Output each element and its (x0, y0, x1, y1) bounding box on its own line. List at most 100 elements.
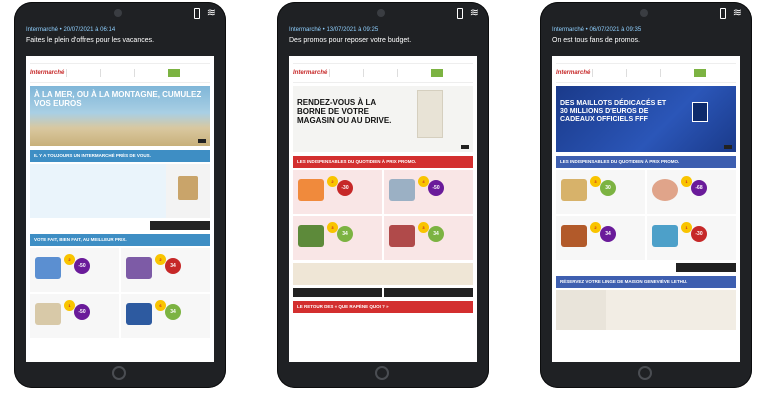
email-preview: Intermarché RENDEZ-VOUS À LA BORNE DE VO… (289, 56, 477, 362)
battery-icon (194, 8, 200, 19)
nav-item[interactable] (626, 69, 660, 77)
linen-image (556, 290, 606, 330)
promo-badge: -30 (691, 226, 707, 242)
hero-banner[interactable]: À LA MER, OU À LA MONTAGNE, CUMULEZ VOS … (30, 86, 210, 146)
preheader (552, 56, 740, 60)
products-cta[interactable] (293, 288, 382, 297)
nav-item[interactable] (660, 69, 694, 77)
home-button[interactable] (375, 366, 389, 380)
linen-text (606, 290, 736, 330)
promo-badge: 34 (165, 304, 181, 320)
drive-block[interactable] (30, 164, 210, 218)
product-tile[interactable]: 1 -68 (647, 170, 736, 214)
status-bar: ≋ (14, 7, 226, 21)
camera-icon (640, 9, 648, 17)
nav-item[interactable] (134, 69, 168, 77)
nav-item[interactable] (592, 69, 626, 77)
battery-icon (457, 8, 463, 19)
product-image (652, 179, 678, 201)
hero-banner[interactable]: RENDEZ-VOUS À LA BORNE DE VOTRE MAGASIN … (293, 86, 473, 152)
drive-cta[interactable] (150, 221, 210, 230)
hero-cta[interactable] (461, 145, 469, 149)
product-tile[interactable]: 1 -30 (647, 216, 736, 260)
product-image (126, 257, 152, 279)
email-nav: Intermarché (293, 63, 473, 83)
nav-cta-button[interactable] (168, 69, 180, 77)
product-image (35, 303, 61, 325)
push-notification[interactable]: Intermarché • 13/07/2021 à 09:25 Des pro… (289, 26, 477, 54)
product-tile[interactable]: 4 -50 (384, 170, 473, 214)
drive-image (166, 164, 210, 218)
notification-message: Des promos pour reposer votre budget. (289, 37, 412, 44)
product-image (298, 225, 324, 247)
notification-meta: Intermarché • 20/07/2021 à 06:14 (26, 27, 116, 33)
section-band: VOTE FAIT, BIEN FAIT, AU MEILLEUR PRIX. (30, 234, 210, 246)
product-tile[interactable]: 1 -50 (30, 294, 119, 338)
home-button[interactable] (112, 366, 126, 380)
product-tile[interactable]: 6 34 (121, 294, 210, 338)
wifi-icon: ≋ (469, 7, 479, 19)
nav-item[interactable] (66, 69, 100, 77)
promo-badge: -50 (428, 180, 444, 196)
wifi-icon: ≋ (732, 7, 742, 19)
logo[interactable]: Intermarché (293, 70, 329, 76)
notification-message: Faites le plein d'offres pour les vacanc… (26, 37, 155, 44)
nav-cta-button[interactable] (431, 69, 443, 77)
email-nav: Intermarché (30, 63, 210, 83)
preheader (289, 56, 477, 60)
status-bar: ≋ (277, 7, 489, 21)
product-grid: 2 -30 4 -50 3 34 3 34 (293, 170, 473, 260)
product-tile[interactable]: 2 -30 (293, 170, 382, 214)
nav-item[interactable] (397, 69, 431, 77)
cta-bar (30, 221, 210, 230)
catalog-cta[interactable] (384, 288, 473, 297)
hero-banner[interactable]: DES MAILLOTS DÉDICACÉS ET 30 MILLIONS D'… (556, 86, 736, 152)
nav-cta-button[interactable] (694, 69, 706, 77)
hero-cta[interactable] (198, 139, 206, 143)
nav-item[interactable] (329, 69, 363, 77)
email-preview: Intermarché DES MAILLOTS DÉDICACÉS ET 30… (552, 56, 740, 362)
email-nav: Intermarché (556, 63, 736, 83)
nav-item[interactable] (100, 69, 134, 77)
promotions-cta[interactable] (676, 263, 736, 272)
battery-icon (720, 8, 726, 19)
phone-frame-1: ≋ Intermarché • 20/07/2021 à 06:14 Faite… (14, 2, 226, 388)
product-image (126, 303, 152, 325)
logo[interactable]: Intermarché (556, 70, 592, 76)
promo-badge: -30 (337, 180, 353, 196)
preheader (26, 56, 214, 60)
product-grid: 2 -50 2 34 1 -50 6 34 (30, 248, 210, 338)
logo[interactable]: Intermarché (30, 70, 66, 76)
section-band: LE RETOUR DES « QUE RAPÈNE QUOI ? » (293, 301, 473, 313)
home-button[interactable] (638, 366, 652, 380)
drive-text-block (30, 164, 166, 218)
cta-bar (293, 288, 473, 297)
nav-item[interactable] (363, 69, 397, 77)
product-grid: 3 30 1 -68 2 34 1 -30 (556, 170, 736, 260)
promo-badge: -68 (691, 180, 707, 196)
product-image (561, 225, 587, 247)
product-tile[interactable]: 2 -50 (30, 248, 119, 292)
product-image (35, 257, 61, 279)
linen-block[interactable] (556, 290, 736, 330)
product-tile[interactable]: 3 34 (293, 216, 382, 260)
product-image (561, 179, 587, 201)
shopping-bag-icon (178, 176, 198, 200)
info-block (293, 263, 473, 285)
product-tile[interactable]: 2 34 (121, 248, 210, 292)
promo-badge: -50 (74, 304, 90, 320)
hero-title: DES MAILLOTS DÉDICACÉS ET 30 MILLIONS D'… (560, 100, 667, 123)
product-tile[interactable]: 2 34 (556, 216, 645, 260)
fff-logo (692, 102, 708, 122)
product-tile[interactable]: 3 34 (384, 216, 473, 260)
product-image (389, 179, 415, 201)
product-image (389, 225, 415, 247)
phone-frame-3: ≋ Intermarché • 06/07/2021 à 09:35 On es… (540, 2, 752, 388)
camera-icon (114, 9, 122, 17)
push-notification[interactable]: Intermarché • 06/07/2021 à 09:35 On est … (552, 26, 740, 54)
product-tile[interactable]: 3 30 (556, 170, 645, 214)
section-band: LES INDISPENSABLES DU QUOTIDIEN À PRIX P… (293, 156, 473, 168)
promo-badge: -50 (74, 258, 90, 274)
hero-cta[interactable] (724, 145, 732, 149)
push-notification[interactable]: Intermarché • 20/07/2021 à 06:14 Faites … (26, 26, 214, 54)
